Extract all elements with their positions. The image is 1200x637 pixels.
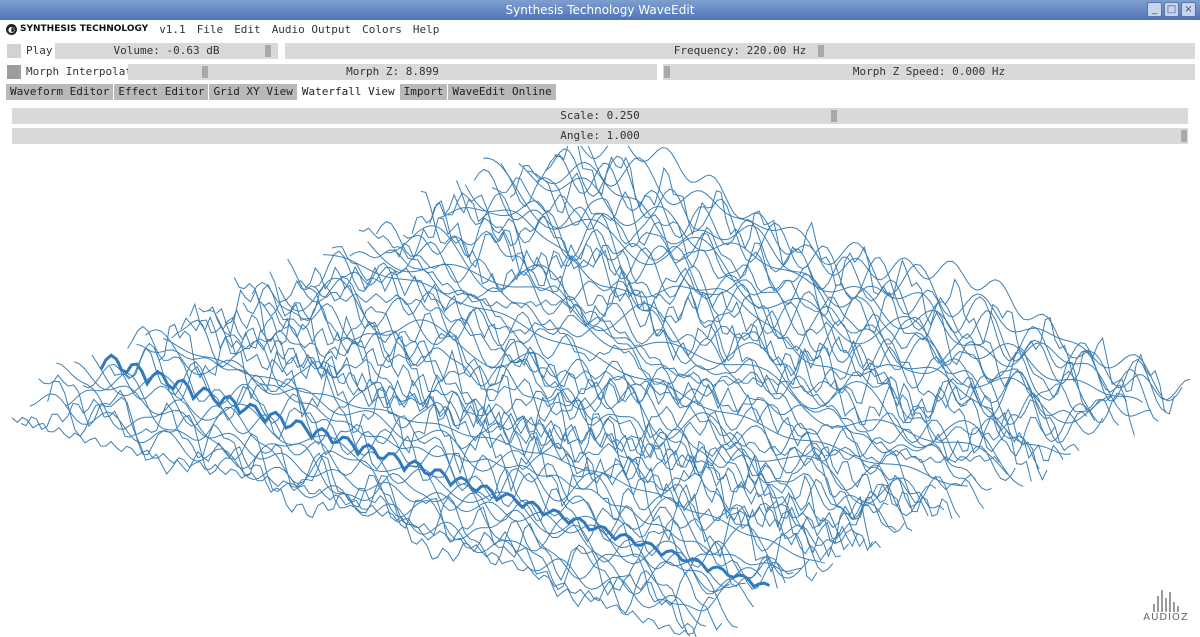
window-controls: _ □ × xyxy=(1147,2,1196,17)
waterfall-wave xyxy=(483,157,1111,424)
morph-z-speed-slider[interactable]: Morph Z Speed: 0.000 Hz xyxy=(663,64,1195,80)
tab-import[interactable]: Import xyxy=(399,84,448,100)
waterfall-wave xyxy=(20,398,697,637)
frequency-slider-handle[interactable] xyxy=(818,45,825,57)
frequency-label: Frequency: 220.00 Hz xyxy=(673,44,807,57)
window-titlebar[interactable]: Synthesis Technology WaveEdit _ □ × xyxy=(0,0,1200,20)
minimize-button[interactable]: _ xyxy=(1147,2,1162,17)
morph-z-slider-handle[interactable] xyxy=(201,66,208,78)
version-label: v1.1 xyxy=(159,22,186,36)
frequency-slider[interactable]: Frequency: 220.00 Hz xyxy=(285,43,1195,59)
tab-grid-xy-view[interactable]: Grid XY View xyxy=(209,84,297,100)
waterfall-wave xyxy=(56,362,730,612)
tab-waveedit-online[interactable]: WaveEdit Online xyxy=(448,84,556,100)
volume-slider-handle[interactable] xyxy=(264,45,271,57)
menu-audio-output[interactable]: Audio Output xyxy=(272,23,351,36)
maximize-button[interactable]: □ xyxy=(1164,2,1179,17)
menu-colors[interactable]: Colors xyxy=(362,23,402,36)
waterfall-wave xyxy=(109,347,778,589)
waterfall-wave xyxy=(473,168,1104,435)
angle-label: Angle: 1.000 xyxy=(560,129,640,142)
brand-name: SYNTHESIS TECHNOLOGY xyxy=(20,24,149,34)
scale-label: Scale: 0.250 xyxy=(560,109,640,122)
morph-interpolate-label: Morph Interpolate xyxy=(26,65,139,78)
tab-waveform-editor[interactable]: Waveform Editor xyxy=(6,84,114,100)
scale-slider[interactable]: Scale: 0.250 xyxy=(12,108,1188,124)
close-button[interactable]: × xyxy=(1181,2,1196,17)
tab-waterfall-view[interactable]: Waterfall View xyxy=(297,84,399,100)
volume-label: Volume: -0.63 dB xyxy=(113,44,220,57)
menu-file[interactable]: File xyxy=(197,23,224,36)
menu-help[interactable]: Help xyxy=(413,23,440,36)
synthesis-logo-icon: ◐ xyxy=(6,23,17,35)
window-title: Synthesis Technology WaveEdit xyxy=(505,3,695,17)
volume-slider[interactable]: Volume: -0.63 dB xyxy=(55,43,278,59)
tab-effect-editor[interactable]: Effect Editor xyxy=(114,84,209,100)
menu-edit[interactable]: Edit xyxy=(234,23,261,36)
audioz-watermark: AUDIOZ xyxy=(1142,588,1190,623)
waterfall-wave xyxy=(118,342,786,584)
morph-z-slider[interactable]: Morph Z: 8.899 xyxy=(128,64,657,80)
play-label: Play xyxy=(26,44,53,57)
waterfall-wave xyxy=(65,372,738,628)
scale-slider-handle[interactable] xyxy=(830,110,837,122)
view-tabs: Waveform Editor Effect Editor Grid XY Vi… xyxy=(6,84,556,100)
morph-z-speed-label: Morph Z Speed: 0.000 Hz xyxy=(852,65,1006,78)
morph-interpolate-checkbox[interactable] xyxy=(7,65,21,79)
waterfall-wave xyxy=(260,280,913,532)
waterfall-wave xyxy=(38,378,714,635)
waterfall-wave xyxy=(402,230,1040,470)
angle-slider[interactable]: Angle: 1.000 xyxy=(12,128,1188,144)
brand: ◐ SYNTHESIS TECHNOLOGY xyxy=(6,23,149,35)
waterfall-wave xyxy=(295,279,945,511)
morph-z-speed-slider-handle[interactable] xyxy=(664,66,670,78)
watermark-text: AUDIOZ xyxy=(1143,612,1189,623)
waterfall-wave xyxy=(47,374,723,631)
menubar: ◐ SYNTHESIS TECHNOLOGY v1.1 File Edit Au… xyxy=(0,20,1200,38)
play-checkbox[interactable] xyxy=(7,44,21,58)
angle-slider-handle[interactable] xyxy=(1181,130,1187,142)
watermark-bars-icon xyxy=(1142,588,1190,612)
waterfall-view[interactable] xyxy=(0,146,1200,637)
